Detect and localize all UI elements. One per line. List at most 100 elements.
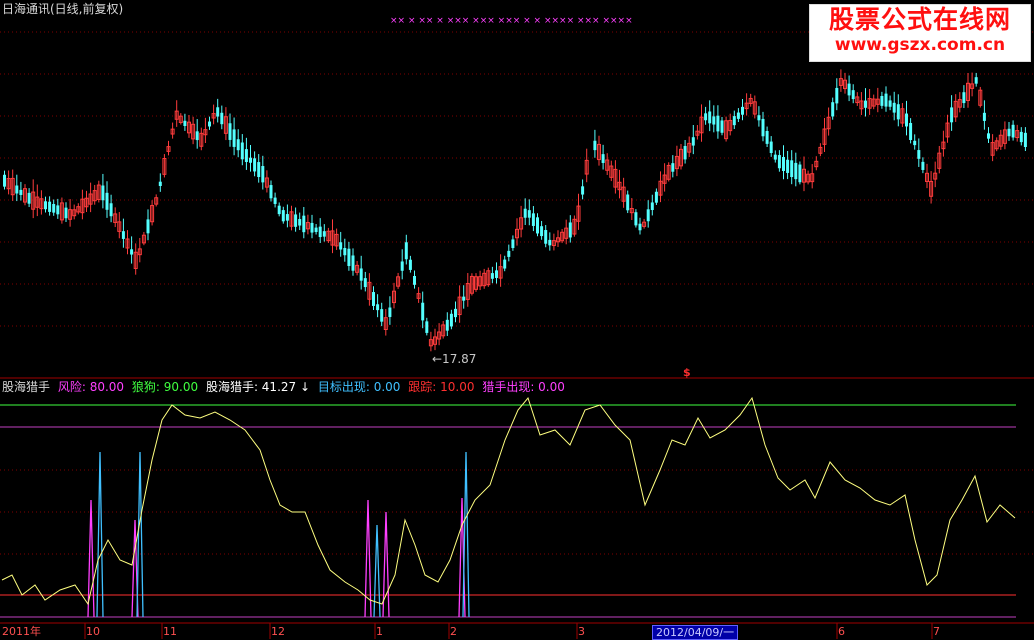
candle-body <box>982 112 986 121</box>
candle-body <box>708 111 712 124</box>
candle-body <box>626 194 630 211</box>
candle-body <box>3 174 6 187</box>
candle-body <box>786 159 790 173</box>
candle-body <box>269 185 273 199</box>
candle-body <box>19 189 23 195</box>
candle-body <box>712 116 716 125</box>
candle-body <box>777 155 781 169</box>
candle-body <box>884 93 888 107</box>
candle-body <box>495 270 498 278</box>
candle-body <box>121 231 125 239</box>
candle-body <box>671 163 675 172</box>
indicator-legend: 股海猎手 风险: 80.00 狼狗: 90.00 股海猎手: 41.27 ↓ 目… <box>2 380 569 394</box>
candle-body <box>962 92 966 104</box>
candle-body <box>909 122 913 140</box>
time-tick: 12 <box>271 625 285 638</box>
candle-body <box>445 319 449 331</box>
candle-body <box>425 321 429 333</box>
candle-body <box>790 160 794 178</box>
candle-body <box>835 87 839 104</box>
candle-body <box>765 131 769 144</box>
watermark-url: www.gszx.com.cn <box>834 35 1006 55</box>
indicator-name[interactable]: 股海猎手 <box>2 380 50 394</box>
candle-body <box>413 275 416 285</box>
candle-body <box>987 133 990 139</box>
candle-body <box>388 307 392 317</box>
cursor-date-label: 2012/04/09/一 <box>652 625 739 640</box>
candle-body <box>44 201 47 210</box>
stock-chart[interactable] <box>0 0 1034 639</box>
candle-body <box>240 142 244 160</box>
candle-body <box>249 157 252 163</box>
indicator-track: 跟踪: 10.00 <box>408 380 475 394</box>
candle-body <box>244 149 248 163</box>
candle-body <box>716 115 720 132</box>
candle-body <box>704 113 708 121</box>
candle-body <box>650 202 654 211</box>
candle-body <box>921 161 925 170</box>
candle-body <box>261 166 265 183</box>
candle-body <box>974 77 978 84</box>
time-tick: 2 <box>450 625 457 638</box>
candle-body <box>732 116 736 126</box>
candle-body <box>1019 131 1023 143</box>
candle-body <box>905 113 908 127</box>
candle-body <box>298 219 302 226</box>
candle-body <box>769 141 773 153</box>
time-tick: 10 <box>86 625 100 638</box>
candle-body <box>540 226 544 237</box>
candle-body <box>1011 124 1015 138</box>
candle-body <box>917 150 921 159</box>
candle-body <box>1023 132 1027 148</box>
candle-body <box>101 185 105 201</box>
candle-body <box>523 208 527 218</box>
candle-body <box>798 164 802 183</box>
candle-body <box>376 304 380 311</box>
candle-body <box>195 131 199 141</box>
time-tick: 6 <box>838 625 845 638</box>
candle-body <box>359 268 363 281</box>
candle-body <box>527 210 531 218</box>
candle-body <box>15 185 19 194</box>
watermark-title: 股票公式在线网 <box>828 5 1011 34</box>
candle-body <box>52 204 56 213</box>
candle-body <box>888 100 892 107</box>
time-tick: 11 <box>163 625 177 638</box>
candle-body <box>511 239 515 249</box>
indicator-target: 目标出现: 0.00 <box>317 380 401 394</box>
candle-body <box>105 192 109 210</box>
candle-body <box>782 157 785 171</box>
indicator-risk: 风险: 80.00 <box>57 380 125 394</box>
candlestick-series[interactable] <box>3 69 1027 352</box>
price-grid <box>0 31 1034 555</box>
hunter-spike <box>382 511 390 618</box>
indicator-hunter-appear: 猎手出现: 0.00 <box>482 380 565 394</box>
candle-body <box>503 259 507 269</box>
candle-body <box>896 104 900 120</box>
candle-body <box>302 215 306 233</box>
candle-body <box>593 140 597 151</box>
candle-body <box>892 102 896 113</box>
time-tick: 7 <box>933 625 940 638</box>
candle-body <box>64 207 68 219</box>
candle-body <box>531 213 535 226</box>
candle-body <box>646 209 650 222</box>
candle-body <box>581 186 585 195</box>
candle-body <box>1007 128 1011 137</box>
candle-body <box>950 107 954 123</box>
candle-body <box>339 242 343 250</box>
candle-body <box>372 292 375 306</box>
candle-body <box>548 239 552 246</box>
candle-body <box>654 191 658 203</box>
candle-body <box>363 278 367 288</box>
target-spike <box>96 451 104 618</box>
dollar-signal: $ <box>683 366 691 379</box>
candle-body <box>273 197 277 204</box>
candle-body <box>208 121 211 127</box>
window-title: 日海通讯(日线,前复权) <box>2 2 124 16</box>
candle-body <box>183 120 187 127</box>
indicator-hunter: 股海猎手: 41.27 ↓ <box>205 380 311 394</box>
candle-body <box>257 162 261 178</box>
candle-body <box>736 112 740 119</box>
candle-body <box>380 309 384 322</box>
